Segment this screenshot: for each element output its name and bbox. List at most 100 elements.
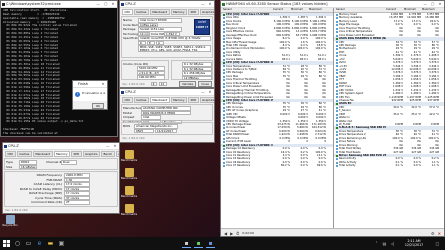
store-icon[interactable]: ▣ — [57, 239, 66, 248]
close-icon[interactable]: ✕ — [438, 231, 441, 236]
tab-about[interactable]: About — [115, 151, 119, 157]
tab-caches[interactable]: Caches — [133, 97, 149, 103]
cpuz-app-icon — [121, 2, 124, 6]
window-controls[interactable]: — ▢ ✕ — [97, 1, 116, 7]
task-view-icon[interactable]: ▭ — [24, 239, 33, 248]
close-icon[interactable]: ✕ — [102, 81, 106, 87]
hwinfo-toolbar: ◀ ▶ ⏱ 0:02:09 ⚙ ✕ — [221, 228, 444, 236]
cmd-taskbar-icon[interactable]: ▪ — [182, 239, 191, 248]
arrow-right-icon[interactable]: ▶ — [230, 231, 233, 236]
tab-cpu[interactable]: CPU — [122, 97, 133, 103]
tab-memory[interactable]: Memory — [170, 97, 187, 103]
cpuz-mb-titlebar[interactable]: CPU-Z — ✕ — [120, 89, 214, 96]
arrow-left-icon[interactable]: ◀ — [224, 231, 227, 236]
cpuz-tabs: CPUCachesMainboardMemorySPDGraphicsBench… — [120, 8, 214, 15]
sensor-value-min: 0.0 % — [413, 164, 421, 168]
tab-cpu[interactable]: CPU — [5, 151, 16, 157]
icon-label: Benchmarks — [120, 213, 138, 216]
dialog-body: i PI calculation is done! — [73, 88, 107, 101]
sensor-row[interactable]: Total Activity 0.1 % 0.0 % 1.1 % — [334, 164, 444, 168]
folder-icon[interactable]: Benchmarks — [120, 168, 138, 180]
sensor-name: Total Activity — [334, 164, 386, 168]
folder-icon[interactable]: Benchmarks — [120, 150, 138, 162]
tab-spd[interactable]: SPD — [70, 151, 82, 157]
tab-spd[interactable]: SPD — [187, 97, 199, 103]
motherboard-group: Manufacturer ASUSTeK COMPUTER INC. Model R… — [121, 104, 213, 124]
bios-date-field: 11/21/2017 — [155, 128, 177, 133]
finish-dialog[interactable]: Finish ✕ i PI calculation is done! OK — [72, 80, 108, 110]
file-explorer-icon[interactable]: ▬ — [46, 239, 55, 248]
icon-graphic — [124, 168, 134, 177]
window-controls[interactable]: — ▢ ✕ — [424, 1, 443, 7]
tab-graphics[interactable]: Graphics — [199, 97, 214, 103]
cpuz-taskbar-icon[interactable]: ▪ — [206, 239, 215, 248]
icon-label: Benchmarks — [120, 195, 138, 198]
processor-group: Name Intel Core i7 8700K Code Name Coffee … — [121, 16, 213, 58]
hwinfo-sensor-window[interactable]: HWiNFO64 v5.60-3280 Sensor Status [163 v… — [220, 0, 445, 237]
sensor-value-max: 1.1 % — [431, 164, 439, 168]
dialog-message: PI calculation is done! — [82, 92, 105, 96]
sensor-value-min: 0.0 % — [300, 164, 308, 168]
folder-icon[interactable]: Benchmarks — [120, 204, 138, 216]
cpuz-mainboard-window[interactable]: CPU-Z — ✕ CPU Caches Mainboard Memory SPD Gra… — [119, 88, 215, 143]
hwinfo-titlebar[interactable]: HWiNFO64 v5.60-3280 Sensor Status [163 v… — [221, 1, 444, 8]
tab-bench[interactable]: Bench — [100, 151, 115, 157]
search-icon[interactable]: ○ — [13, 239, 22, 248]
close-button[interactable]: Close — [198, 81, 212, 87]
elapsed-time: 0:02:09 — [242, 230, 254, 235]
mem-size-field: 16 GBytes — [19, 164, 37, 169]
icon-graphic — [124, 204, 134, 213]
validate-button[interactable]: Validate — [179, 81, 197, 87]
icon-graphic — [5, 215, 15, 224]
cmd-icon — [2, 2, 5, 6]
cpuz-memory-window[interactable]: CPU-Z — ✕ CPU Caches Mainboard Memory SPD Gra… — [2, 142, 120, 214]
hwinfo-right-pane[interactable]: Sensor Current Minimum Maximum Memory Us… — [334, 8, 444, 228]
dialog-titlebar[interactable]: Finish ✕ — [73, 81, 107, 88]
hwinfo-taskbar-icon[interactable]: ▪ — [194, 239, 203, 248]
ok-button[interactable]: OK — [92, 103, 104, 109]
hwinfo-left-list: CPU [#0]: Intel Core i7-8700K Core VIDs 1.… — [221, 13, 333, 168]
tab-mainboard[interactable]: Mainboard — [149, 9, 170, 15]
threads-field: 12 — [158, 81, 167, 87]
mem-version-label: Ver. 1.84.0.x64 — [5, 208, 28, 212]
start-button[interactable] — [2, 239, 11, 248]
bios-version-field: 0505 — [134, 128, 154, 133]
clock[interactable]: 2:11 AM 12/21/2017 — [398, 239, 430, 248]
tab-graphics[interactable]: Graphics — [82, 151, 100, 157]
folder-icon[interactable]: Benchmarks — [120, 186, 138, 198]
tab-cpu[interactable]: CPU — [122, 9, 133, 15]
cpuz-mem-titlebar[interactable]: CPU-Z — ✕ — [3, 143, 119, 150]
cpuz-app-icon — [4, 144, 7, 148]
memory-general-group: Type DDR4 Channel # Dual Size 16 GBytes — [4, 158, 118, 170]
tab-spd[interactable]: SPD — [187, 9, 199, 15]
tab-caches[interactable]: Caches — [16, 151, 32, 157]
settings-icon[interactable]: ⚙ — [431, 231, 435, 236]
window-controls[interactable]: — ✕ — [106, 143, 118, 149]
hwinfo-left-pane[interactable]: Sensor Current Minimum Maximum CPU [#0]:… — [221, 8, 334, 228]
sensor-row[interactable]: Core C7 Residency 80.2 % 0.0 % 99.6 % — [221, 164, 333, 168]
tab-memory[interactable]: Memory — [53, 151, 70, 157]
bus-speed-field: 100.00 MHz — [137, 75, 165, 80]
cpuz-app-icon — [121, 90, 124, 94]
icon-graphic — [124, 150, 134, 159]
clock-icon: ⏱ — [236, 230, 240, 236]
volume-icon[interactable]: ◁ — [388, 239, 397, 248]
edge-icon[interactable]: e — [35, 239, 44, 248]
cpuz-mb-tabs: CPUCachesMainboardMemorySPDGraphicsBench… — [120, 96, 214, 103]
tab-graphics[interactable]: Graphics — [199, 9, 214, 15]
icon-label: Benchmarks — [120, 177, 138, 180]
tab-memory[interactable]: Memory — [170, 9, 187, 15]
tab-caches[interactable]: Caches — [133, 9, 149, 15]
cmd-window[interactable]: C:\Windows\system32\cmd.exe — ▢ ✕ 32M Ca… — [0, 0, 118, 137]
window-controls[interactable]: — ✕ — [201, 1, 213, 7]
cpuz-cpu-window[interactable]: CPU-Z — ✕ CPU Caches Mainboard Memory SPD Gra… — [119, 0, 215, 88]
cpuz-titlebar[interactable]: CPU-Z — ✕ — [120, 1, 214, 8]
recycle-bin-icon[interactable]: Recycle Bin — [1, 215, 19, 227]
window-controls[interactable]: — ✕ — [201, 89, 213, 95]
notifications-icon[interactable]: ▢ — [433, 239, 442, 248]
instructions-field: MMX, SSE, SSE2, SSE3, SSSE3, SSE4.1, SSE… — [137, 45, 211, 52]
tab-mainboard[interactable]: Mainboard — [32, 151, 53, 157]
tab-mainboard[interactable]: Mainboard — [149, 97, 170, 103]
clock-date: 12/21/2017 — [404, 243, 424, 247]
cmd-titlebar[interactable]: C:\Windows\system32\cmd.exe — ▢ ✕ — [1, 1, 117, 8]
